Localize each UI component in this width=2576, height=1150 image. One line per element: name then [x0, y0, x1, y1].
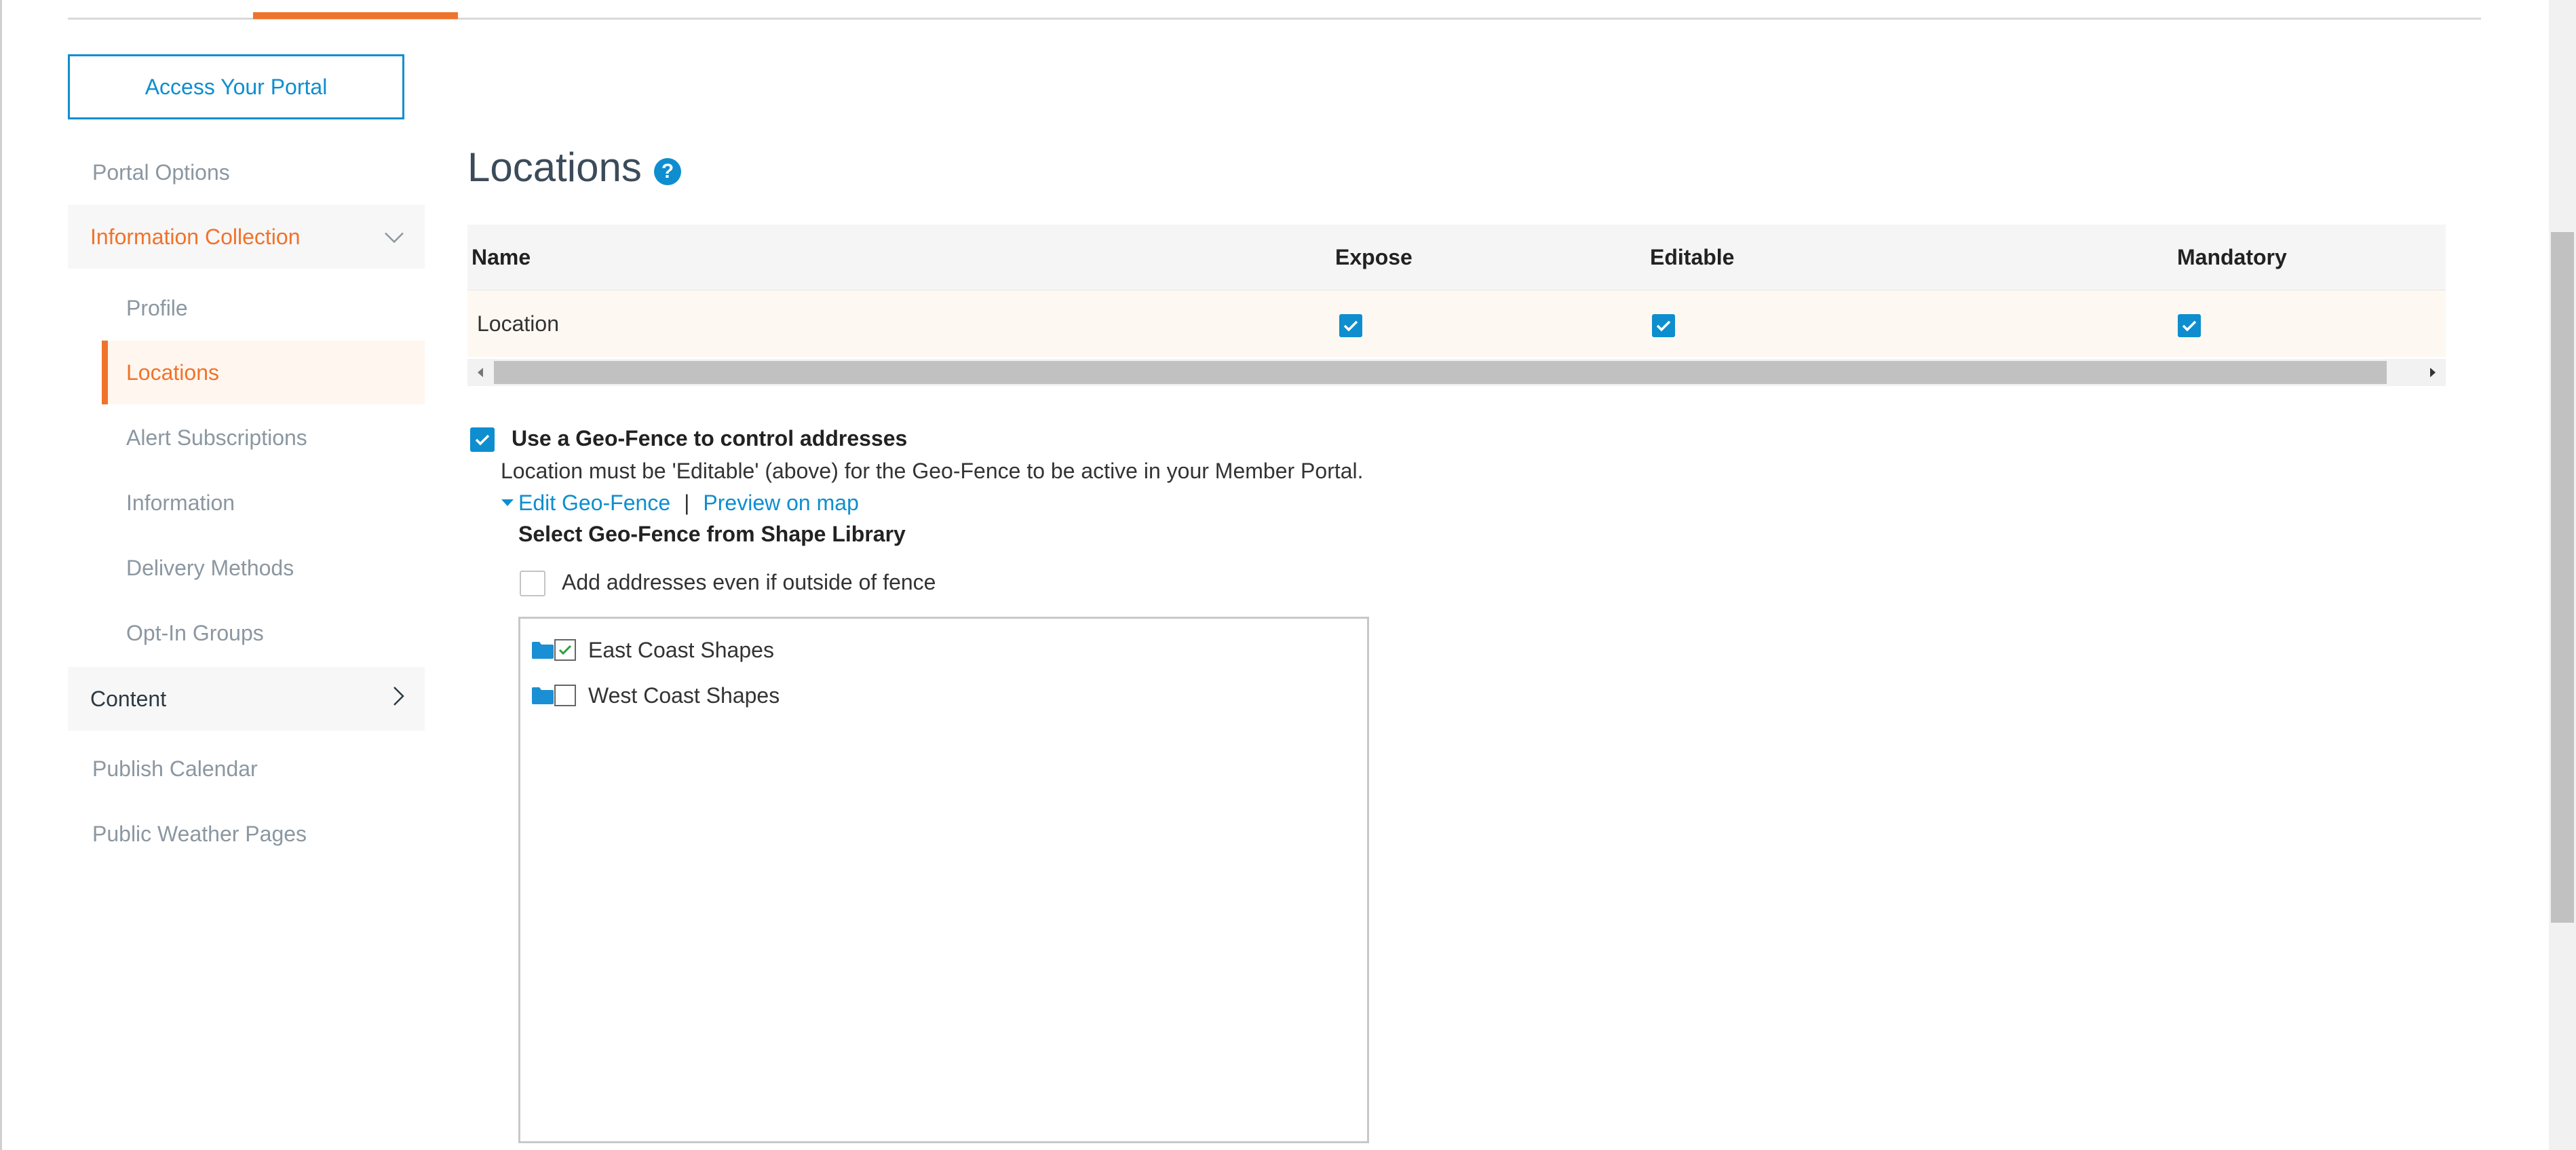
table-scrollbar-thumb[interactable] — [494, 361, 2387, 384]
sidebar-item-label: Information — [126, 490, 235, 515]
east-coast-checkbox[interactable] — [554, 639, 576, 661]
link-separator: | — [684, 491, 690, 515]
folder-icon — [531, 686, 554, 705]
tree-item-label: East Coast Shapes — [588, 637, 774, 662]
active-tab-indicator[interactable] — [253, 12, 458, 19]
sidebar-item-opt-in-groups[interactable]: Opt-In Groups — [68, 601, 425, 665]
chevron-down-icon — [384, 225, 404, 250]
sidebar-item-label: Locations — [126, 360, 219, 385]
check-icon — [1343, 320, 1358, 332]
sidebar-item-information[interactable]: Information — [68, 471, 425, 535]
sidebar-item-publish-calendar[interactable]: Publish Calendar — [68, 737, 425, 801]
sidebar-item-label: Content — [90, 686, 167, 711]
outside-fence-checkbox[interactable] — [520, 571, 545, 596]
edit-geofence-link[interactable]: Edit Geo-Fence — [518, 489, 670, 516]
sidebar-item-label: Information Collection — [90, 224, 301, 249]
expose-checkbox[interactable] — [1339, 314, 1362, 337]
arrow-left-icon[interactable] — [467, 359, 493, 386]
table-header — [467, 225, 2446, 291]
mandatory-checkbox[interactable] — [2178, 314, 2201, 337]
help-icon[interactable]: ? — [654, 158, 681, 185]
column-header-name[interactable]: Name — [472, 225, 531, 290]
sidebar-item-portal-options[interactable]: Portal Options — [68, 140, 425, 204]
column-header-expose[interactable]: Expose — [1335, 225, 1412, 290]
check-icon — [2182, 320, 2197, 332]
row-name-cell: Location — [477, 311, 559, 336]
check-icon — [1656, 320, 1671, 332]
access-portal-button[interactable]: Access Your Portal — [68, 54, 404, 119]
outside-fence-label[interactable]: Add addresses even if outside of fence — [562, 569, 936, 596]
sidebar-item-profile[interactable]: Profile — [68, 276, 425, 340]
sidebar-item-alert-subscriptions[interactable]: Alert Subscriptions — [68, 406, 425, 469]
sidebar-item-delivery-methods[interactable]: Delivery Methods — [68, 536, 425, 600]
sidebar-item-label: Portal Options — [92, 159, 230, 185]
page-scrollbar-thumb[interactable] — [2551, 232, 2574, 923]
chevron-right-icon — [392, 686, 404, 712]
geofence-note: Location must be 'Editable' (above) for … — [501, 459, 1364, 483]
sidebar-item-content[interactable]: Content — [68, 667, 425, 731]
arrow-right-icon[interactable] — [2420, 359, 2446, 386]
use-geofence-label[interactable]: Use a Geo-Fence to control addresses — [512, 425, 907, 452]
page-title: Locations — [467, 145, 642, 190]
sidebar-item-label: Publish Calendar — [92, 756, 258, 781]
select-geofence-heading: Select Geo-Fence from Shape Library — [518, 522, 906, 546]
sidebar-item-label: Profile — [126, 295, 188, 320]
window-edge — [0, 0, 2, 1150]
shape-library-tree[interactable]: East Coast Shapes West Coast Shapes — [518, 617, 1369, 1143]
tree-item-label: West Coast Shapes — [588, 683, 780, 708]
west-coast-checkbox[interactable] — [554, 685, 576, 706]
folder-icon — [531, 640, 554, 659]
sidebar-item-label: Opt-In Groups — [126, 620, 264, 645]
sidebar-item-label: Delivery Methods — [126, 555, 294, 580]
column-header-mandatory[interactable]: Mandatory — [2177, 225, 2287, 290]
use-geofence-checkbox[interactable] — [470, 427, 495, 452]
table-row — [467, 290, 2446, 357]
tree-item-east-coast[interactable]: East Coast Shapes — [531, 630, 780, 670]
sidebar-item-information-collection[interactable]: Information Collection — [68, 205, 425, 269]
editable-checkbox[interactable] — [1652, 314, 1675, 337]
sidebar-item-label: Public Weather Pages — [92, 821, 307, 846]
caret-down-icon[interactable] — [501, 499, 514, 507]
tree-item-west-coast[interactable]: West Coast Shapes — [531, 675, 780, 716]
check-icon — [475, 434, 490, 446]
sidebar-item-locations[interactable]: Locations — [102, 341, 425, 404]
sidebar-item-public-weather-pages[interactable]: Public Weather Pages — [68, 802, 425, 866]
geofence-links: Edit Geo-Fence | Preview on map — [501, 489, 859, 516]
check-icon — [558, 645, 572, 655]
sidebar-item-label: Alert Subscriptions — [126, 425, 307, 450]
preview-on-map-link[interactable]: Preview on map — [703, 489, 858, 516]
active-item-indicator — [102, 341, 108, 404]
column-header-editable[interactable]: Editable — [1650, 225, 1734, 290]
